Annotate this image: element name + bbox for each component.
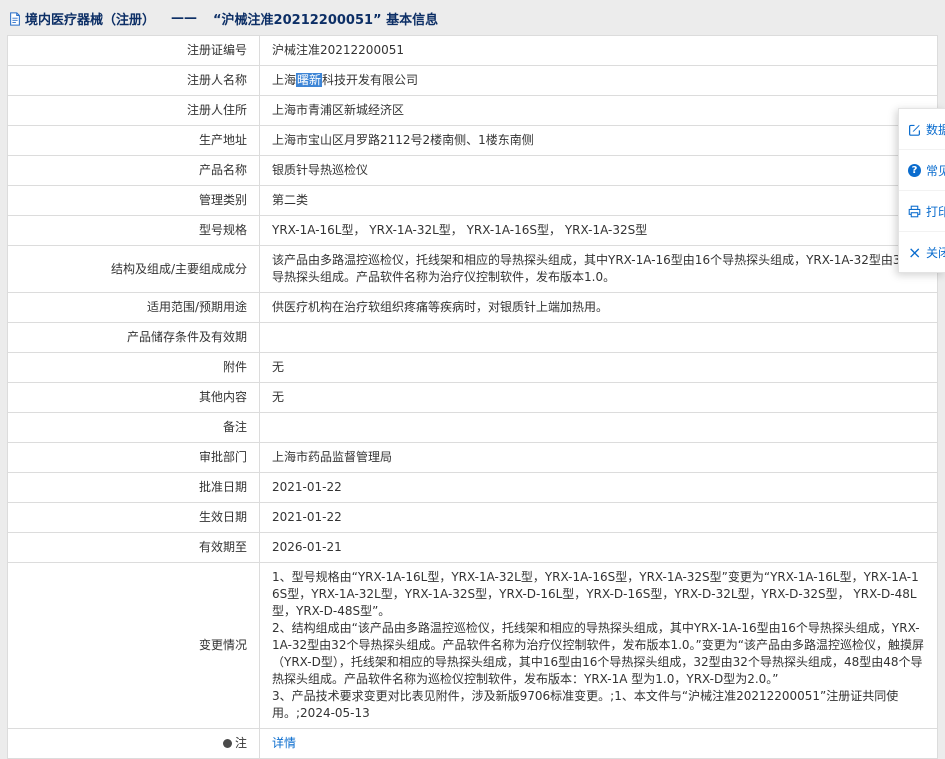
row-label: 注册人名称 <box>7 65 260 96</box>
table-row: 生产地址 上海市宝山区月罗路2112号2楼南侧、1楼东南侧 <box>7 125 938 156</box>
table-row: 适用范围/预期用途 供医疗机构在治疗软组织疼痛等疾病时，对银质针上端加热用。 <box>7 292 938 323</box>
side-item-print[interactable]: 打印 <box>899 190 945 231</box>
close-icon: × <box>908 242 922 262</box>
row-label: 注 <box>7 728 260 759</box>
table-row: 注册人名称 上海曙新科技开发有限公司 <box>7 65 938 96</box>
row-label: 注册证编号 <box>7 35 260 66</box>
row-label: 适用范围/预期用途 <box>7 292 260 323</box>
attachment-value: 无 <box>259 352 938 383</box>
row-label: 生产地址 <box>7 125 260 156</box>
structure-composition-value: 该产品由多路温控巡检仪，托线架和相应的导热探头组成，其中YRX-1A-16型由1… <box>259 245 938 293</box>
page-title-dash: —— <box>171 11 198 26</box>
row-label: 有效期至 <box>7 532 260 563</box>
table-row: 审批部门 上海市药品监督管理局 <box>7 442 938 473</box>
table-row: 注册人住所 上海市青浦区新城经济区 <box>7 95 938 126</box>
side-item-close[interactable]: × 关闭 <box>899 231 945 272</box>
expiry-date-value: 2026-01-21 <box>259 532 938 563</box>
note-bullet-icon <box>222 739 232 748</box>
registrant-name-suffix: 科技开发有限公司 <box>322 73 419 87</box>
table-row: 附件 无 <box>7 352 938 383</box>
row-label: 批准日期 <box>7 472 260 503</box>
row-label: 管理类别 <box>7 185 260 216</box>
table-row: 批准日期 2021-01-22 <box>7 472 938 503</box>
question-icon: ? <box>908 163 921 177</box>
search-highlight: 曙新 <box>296 73 323 87</box>
table-row: 生效日期 2021-01-22 <box>7 502 938 533</box>
registrant-name-value: 上海曙新科技开发有限公司 <box>259 65 938 96</box>
intended-use-value: 供医疗机构在治疗软组织疼痛等疾病时，对银质针上端加热用。 <box>259 292 938 323</box>
print-icon <box>908 205 921 218</box>
side-item-label: 数据 <box>926 122 945 137</box>
row-label: 产品名称 <box>7 155 260 186</box>
registration-number-value: 沪械注准20212200051 <box>259 35 938 66</box>
effective-date-value: 2021-01-22 <box>259 502 938 533</box>
page-title-right: “沪械注准20212200051” 基本信息 <box>213 13 439 28</box>
table-row: 其他内容 无 <box>7 382 938 413</box>
row-label: 附件 <box>7 352 260 383</box>
row-label: 备注 <box>7 412 260 443</box>
table-row: 管理类别 第二类 <box>7 185 938 216</box>
change-history-value: 1、型号规格由“YRX-1A-16L型，YRX-1A-32L型，YRX-1A-1… <box>259 562 938 729</box>
registrant-address-value: 上海市青浦区新城经济区 <box>259 95 938 126</box>
table-row: 有效期至 2026-01-21 <box>7 532 938 563</box>
row-label: 结构及组成/主要组成成分 <box>7 245 260 293</box>
details-link[interactable]: 详情 <box>272 736 296 750</box>
note-value: 详情 <box>259 728 938 759</box>
table-row: 变更情况 1、型号规格由“YRX-1A-16L型，YRX-1A-32L型，YRX… <box>7 562 938 729</box>
note-label: 注 <box>234 736 247 750</box>
page-title-left: 境内医疗器械（注册） <box>25 13 156 28</box>
side-item-label: 关闭 <box>926 245 945 260</box>
side-item-data-correction[interactable]: 数据 <box>899 109 945 149</box>
production-address-value: 上海市宝山区月罗路2112号2楼南侧、1楼东南侧 <box>259 125 938 156</box>
product-name-value: 银质针导热巡检仪 <box>259 155 938 186</box>
row-label: 其他内容 <box>7 382 260 413</box>
row-label: 注册人住所 <box>7 95 260 126</box>
side-panel: 数据 ? 常见 打印 × 关闭 <box>898 108 945 273</box>
side-item-faq[interactable]: ? 常见 <box>899 149 945 190</box>
registrant-name-prefix: 上海 <box>272 73 297 87</box>
row-label: 产品储存条件及有效期 <box>7 322 260 353</box>
approval-date-value: 2021-01-22 <box>259 472 938 503</box>
info-table: 注册证编号 沪械注准20212200051 注册人名称 上海曙新科技开发有限公司… <box>7 35 938 759</box>
table-row: 注册证编号 沪械注准20212200051 <box>7 35 938 66</box>
table-row: 产品储存条件及有效期 <box>7 322 938 353</box>
table-row: 结构及组成/主要组成成分 该产品由多路温控巡检仪，托线架和相应的导热探头组成，其… <box>7 245 938 293</box>
other-content-value: 无 <box>259 382 938 413</box>
row-label: 型号规格 <box>7 215 260 246</box>
row-label: 生效日期 <box>7 502 260 533</box>
row-label: 变更情况 <box>7 562 260 729</box>
edit-icon <box>908 123 921 136</box>
remarks-value <box>259 412 938 443</box>
document-icon <box>8 11 22 26</box>
table-row: 型号规格 YRX-1A-16L型， YRX-1A-32L型， YRX-1A-16… <box>7 215 938 246</box>
management-category-value: 第二类 <box>259 185 938 216</box>
page-header: 境内医疗器械（注册） —— “沪械注准20212200051” 基本信息 <box>0 0 945 35</box>
model-spec-value: YRX-1A-16L型， YRX-1A-32L型， YRX-1A-16S型， Y… <box>259 215 938 246</box>
table-row: 产品名称 银质针导热巡检仪 <box>7 155 938 186</box>
storage-conditions-value <box>259 322 938 353</box>
approval-department-value: 上海市药品监督管理局 <box>259 442 938 473</box>
row-label: 审批部门 <box>7 442 260 473</box>
table-row: 注 详情 <box>7 728 938 759</box>
side-item-label: 常见 <box>926 163 945 178</box>
side-item-label: 打印 <box>926 204 945 219</box>
table-row: 备注 <box>7 412 938 443</box>
